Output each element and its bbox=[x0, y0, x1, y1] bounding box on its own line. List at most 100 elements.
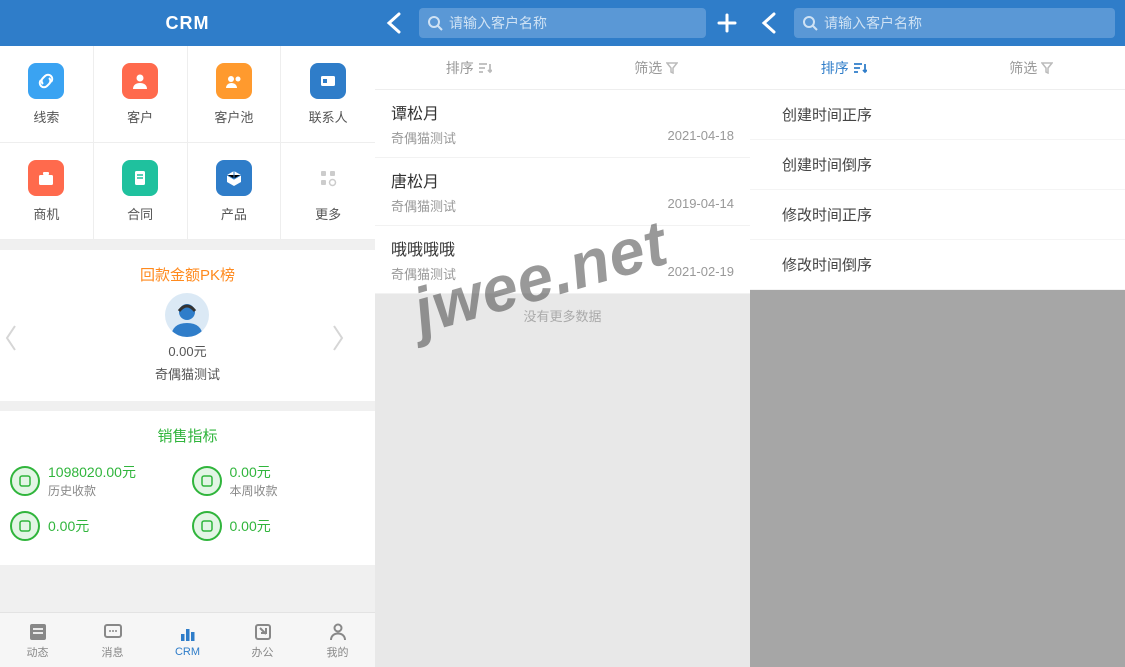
module-products[interactable]: 产品 bbox=[188, 143, 282, 240]
metric-label: 本周收款 bbox=[230, 482, 278, 499]
metric-icon bbox=[192, 511, 222, 541]
back-button[interactable] bbox=[760, 12, 784, 34]
mine-icon bbox=[327, 621, 349, 643]
metric-value: 0.00元 bbox=[230, 462, 278, 482]
pk-name: 奇偶猫测试 bbox=[155, 364, 220, 383]
metric-icon bbox=[192, 466, 222, 496]
customer-sub: 奇偶猫测试 bbox=[391, 128, 456, 147]
feed-icon bbox=[27, 621, 49, 643]
metric-item: 1098020.00元 历史收款 bbox=[6, 456, 188, 505]
contacts-icon bbox=[310, 63, 346, 99]
msg-icon bbox=[102, 621, 124, 643]
crm-pane: CRM 线索 客户 客户池 联系人 商机 合同 产品 更多 回款金额PK榜 bbox=[0, 0, 375, 667]
customer-list: 谭松月 奇偶猫测试 2021-04-18 唐松月 奇偶猫测试 2019-04-1… bbox=[375, 90, 750, 294]
customer-date: 2021-04-18 bbox=[668, 128, 735, 147]
sort-option[interactable]: 创建时间倒序 bbox=[750, 140, 1125, 190]
tab-mine[interactable]: 我的 bbox=[300, 613, 375, 667]
module-label: 合同 bbox=[127, 204, 153, 223]
tab-label: 我的 bbox=[327, 644, 349, 660]
metric-item: 0.00元 bbox=[6, 505, 188, 547]
tab-label: 办公 bbox=[252, 644, 274, 660]
sort-button[interactable]: 排序 bbox=[375, 46, 563, 89]
search-placeholder: 请输入客户名称 bbox=[449, 13, 547, 33]
module-customer-pool[interactable]: 客户池 bbox=[188, 46, 282, 143]
sort-panel-pane: 请输入客户名称 排序 筛选 创建时间正序创建时间倒序修改时间正序修改时间倒序 bbox=[750, 0, 1125, 667]
sort-option[interactable]: 修改时间正序 bbox=[750, 190, 1125, 240]
customer-name: 唐松月 bbox=[391, 168, 734, 192]
customer-row[interactable]: 唐松月 奇偶猫测试 2019-04-14 bbox=[375, 158, 750, 226]
add-button[interactable] bbox=[716, 12, 740, 34]
list-end-text: 没有更多数据 bbox=[375, 294, 750, 337]
opportunities-icon bbox=[28, 160, 64, 196]
customer-name: 谭松月 bbox=[391, 100, 734, 124]
pk-next-arrow[interactable] bbox=[331, 324, 371, 352]
module-contacts[interactable]: 联系人 bbox=[281, 46, 375, 143]
avatar-icon bbox=[167, 297, 207, 337]
module-more[interactable]: 更多 bbox=[281, 143, 375, 240]
chevron-right-icon bbox=[331, 324, 345, 352]
leads-icon bbox=[28, 63, 64, 99]
customer-date: 2019-04-14 bbox=[668, 196, 735, 215]
metric-icon bbox=[10, 466, 40, 496]
metric-value: 0.00元 bbox=[48, 516, 89, 536]
metric-value: 0.00元 bbox=[230, 516, 271, 536]
pk-amount: 0.00元 bbox=[155, 341, 220, 360]
pk-prev-arrow[interactable] bbox=[4, 324, 44, 352]
filter-icon bbox=[666, 62, 678, 74]
filter-button[interactable]: 筛选 bbox=[938, 46, 1125, 89]
module-label: 线索 bbox=[33, 107, 59, 126]
search-header: 请输入客户名称 bbox=[375, 0, 750, 46]
sort-option[interactable]: 创建时间正序 bbox=[750, 90, 1125, 140]
customer-list-pane: 请输入客户名称 排序 筛选 谭松月 奇偶猫测试 2021-04-18 唐松月 bbox=[375, 0, 750, 667]
sort-filter-bar: 排序 筛选 bbox=[750, 46, 1125, 90]
metric-value: 1098020.00元 bbox=[48, 462, 136, 482]
sort-button-active[interactable]: 排序 bbox=[750, 46, 938, 89]
customer-sub: 奇偶猫测试 bbox=[391, 196, 456, 215]
back-button[interactable] bbox=[385, 12, 409, 34]
tab-label: 动态 bbox=[27, 644, 49, 660]
sort-option[interactable]: 修改时间倒序 bbox=[750, 240, 1125, 290]
crm-icon bbox=[177, 623, 199, 645]
filter-button[interactable]: 筛选 bbox=[563, 46, 751, 89]
filter-icon bbox=[1041, 62, 1053, 74]
module-grid: 线索 客户 客户池 联系人 商机 合同 产品 更多 bbox=[0, 46, 375, 240]
module-opportunities[interactable]: 商机 bbox=[0, 143, 94, 240]
customer-row[interactable]: 哦哦哦哦 奇偶猫测试 2021-02-19 bbox=[375, 226, 750, 294]
search-placeholder: 请输入客户名称 bbox=[824, 13, 922, 33]
sort-filter-bar: 排序 筛选 bbox=[375, 46, 750, 90]
products-icon bbox=[216, 160, 252, 196]
customer-pool-icon bbox=[216, 63, 252, 99]
chevron-left-icon bbox=[4, 324, 18, 352]
search-input[interactable]: 请输入客户名称 bbox=[794, 8, 1115, 38]
customer-name: 哦哦哦哦 bbox=[391, 236, 734, 260]
customer-row[interactable]: 谭松月 奇偶猫测试 2021-04-18 bbox=[375, 90, 750, 158]
pk-card: 回款金额PK榜 0.00元 奇偶猫测试 bbox=[0, 250, 375, 401]
search-input[interactable]: 请输入客户名称 bbox=[419, 8, 706, 38]
module-label: 客户 bbox=[127, 107, 153, 126]
tab-feed[interactable]: 动态 bbox=[0, 613, 75, 667]
sales-title: 销售指标 bbox=[0, 425, 375, 446]
more-icon bbox=[310, 160, 346, 196]
module-label: 更多 bbox=[315, 204, 341, 223]
chevron-left-icon bbox=[760, 12, 778, 34]
module-leads[interactable]: 线索 bbox=[0, 46, 94, 143]
app-title: CRM bbox=[0, 0, 375, 46]
metric-icon bbox=[10, 511, 40, 541]
search-icon bbox=[427, 15, 443, 31]
office-icon bbox=[252, 621, 274, 643]
sort-icon bbox=[478, 62, 492, 74]
sort-options-list: 创建时间正序创建时间倒序修改时间正序修改时间倒序 bbox=[750, 90, 1125, 290]
metric-item: 0.00元 bbox=[188, 505, 370, 547]
tab-crm[interactable]: CRM bbox=[150, 613, 225, 667]
module-contracts[interactable]: 合同 bbox=[94, 143, 188, 240]
pk-title: 回款金额PK榜 bbox=[0, 264, 375, 285]
search-header: 请输入客户名称 bbox=[750, 0, 1125, 46]
module-label: 商机 bbox=[33, 204, 59, 223]
bottom-tabbar: 动态 消息 CRM 办公 我的 bbox=[0, 612, 375, 667]
tab-msg[interactable]: 消息 bbox=[75, 613, 150, 667]
module-customers[interactable]: 客户 bbox=[94, 46, 188, 143]
tab-label: CRM bbox=[175, 646, 200, 658]
plus-icon bbox=[716, 12, 738, 34]
metric-item: 0.00元 本周收款 bbox=[188, 456, 370, 505]
tab-office[interactable]: 办公 bbox=[225, 613, 300, 667]
